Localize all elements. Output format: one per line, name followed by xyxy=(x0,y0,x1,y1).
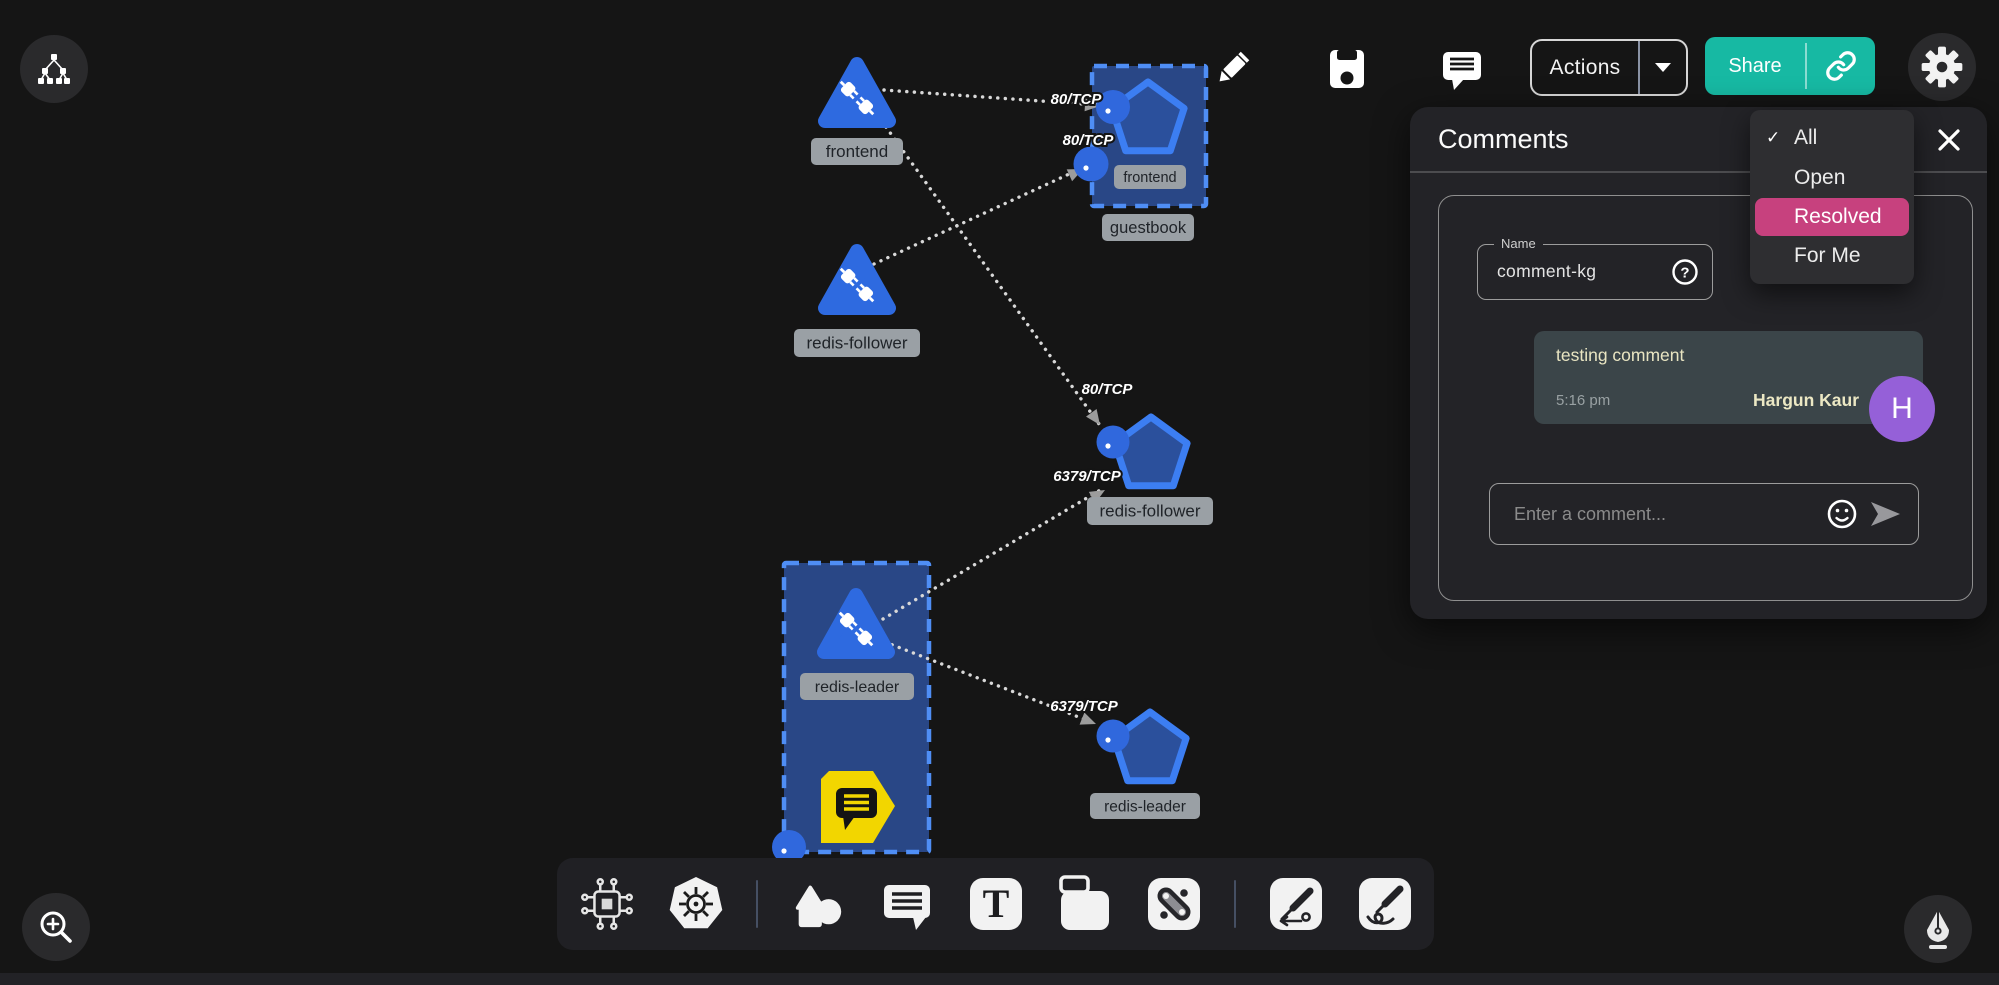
close-icon xyxy=(1936,127,1962,153)
name-field[interactable]: Name comment-kg ? xyxy=(1477,244,1713,300)
comment-input-wrap xyxy=(1489,483,1919,545)
help-icon: ? xyxy=(1671,258,1699,286)
avatar[interactable]: H xyxy=(1869,376,1935,442)
kubernetes-icon xyxy=(667,875,725,933)
comment-tool-button[interactable] xyxy=(878,873,936,935)
zoom-in-button[interactable] xyxy=(22,893,90,961)
name-field-label: Name xyxy=(1494,236,1543,251)
edge-port-label: 80/TCP xyxy=(1063,132,1115,149)
copy-link-button[interactable] xyxy=(1807,37,1875,95)
chain-link-icon xyxy=(1145,875,1203,933)
node-label: frontend xyxy=(1123,170,1176,186)
save-button[interactable] xyxy=(1320,42,1374,96)
comments-filter-menu: ✓ All Open Resolved For Me xyxy=(1750,110,1914,284)
node-label: redis-leader xyxy=(1104,799,1186,816)
hierarchy-menu-button[interactable] xyxy=(20,35,88,103)
edge-port-label: 80/TCP xyxy=(1082,381,1134,398)
comments-panel-title: Comments xyxy=(1438,124,1569,155)
gear-icon xyxy=(1919,44,1965,90)
edit-button[interactable] xyxy=(1206,41,1260,95)
comment-text: testing comment xyxy=(1556,345,1684,366)
node-label: frontend xyxy=(826,142,888,161)
svg-text:T: T xyxy=(982,881,1009,926)
filter-option-all[interactable]: ✓ All xyxy=(1750,118,1914,158)
architecture-tool-button[interactable] xyxy=(578,873,636,935)
comment-icon xyxy=(1438,45,1486,93)
filter-option-label: For Me xyxy=(1794,244,1861,268)
text-tool-icon: T xyxy=(967,875,1025,933)
name-field-value: comment-kg xyxy=(1497,261,1596,282)
kubernetes-tool-button[interactable] xyxy=(667,873,725,935)
node-label: redis-leader xyxy=(815,679,900,696)
group-label: guestbook xyxy=(1110,219,1187,237)
toolbar-divider xyxy=(1234,880,1236,928)
caret-down-icon xyxy=(1655,63,1671,72)
toolbar-divider xyxy=(756,880,758,928)
chip-icon xyxy=(579,876,635,932)
avatar-initial: H xyxy=(1891,392,1913,426)
share-label: Share xyxy=(1705,37,1805,95)
container-circle[interactable] xyxy=(1097,720,1130,753)
pencil-scribble-icon xyxy=(1356,875,1414,933)
container-circle[interactable] xyxy=(1097,426,1130,459)
pen-mode-button[interactable] xyxy=(1904,895,1972,963)
emoji-icon xyxy=(1826,498,1858,530)
save-icon xyxy=(1324,46,1370,92)
node-label: redis-follower xyxy=(1099,502,1200,521)
actions-dropdown-toggle[interactable] xyxy=(1640,41,1686,94)
comment-input[interactable] xyxy=(1490,484,1834,544)
shapes-tool-button[interactable] xyxy=(789,873,847,935)
frame-icon xyxy=(1056,875,1114,933)
share-button[interactable]: Share xyxy=(1705,37,1875,95)
edge-port-label: 6379/TCP xyxy=(1053,468,1122,485)
filter-option-label: Resolved xyxy=(1794,205,1882,229)
container-circle[interactable] xyxy=(1074,147,1109,182)
shapes-icon xyxy=(790,876,846,932)
filter-option-label: Open xyxy=(1794,166,1845,190)
emoji-button[interactable] xyxy=(1826,498,1858,530)
link-icon xyxy=(1825,50,1857,82)
filter-option-open[interactable]: Open xyxy=(1750,158,1914,198)
edge-redis-follower-svc-to-frontend-pod[interactable] xyxy=(874,169,1080,264)
connector-tool-button[interactable] xyxy=(1145,873,1203,935)
comment-author: Hargun Kaur xyxy=(1753,390,1859,411)
text-tool-button[interactable]: T xyxy=(967,873,1025,935)
comment-item[interactable]: testing comment 5:16 pm Hargun Kaur xyxy=(1534,331,1923,424)
node-label: redis-follower xyxy=(806,334,907,353)
send-comment-button[interactable] xyxy=(1868,499,1902,529)
comment-tool-icon xyxy=(878,875,936,933)
actions-label: Actions xyxy=(1532,41,1638,94)
help-button[interactable]: ? xyxy=(1670,257,1700,287)
zoom-in-icon xyxy=(35,906,77,948)
send-icon xyxy=(1868,500,1902,528)
edge-redis-leader-svc-to-redis-follower-pod[interactable] xyxy=(883,489,1102,619)
node-redis-follower-service[interactable] xyxy=(825,251,889,308)
filter-option-label: All xyxy=(1794,126,1817,150)
bottom-toolbar: T xyxy=(557,858,1434,950)
node-frontend-service[interactable] xyxy=(825,64,889,121)
edge-port-label: 80/TCP xyxy=(1051,91,1103,108)
bottom-edge-strip xyxy=(0,973,1999,985)
svg-text:?: ? xyxy=(1680,265,1689,282)
actions-button[interactable]: Actions xyxy=(1530,39,1688,96)
pen-line-icon xyxy=(1267,875,1325,933)
frame-tool-button[interactable] xyxy=(1056,873,1114,935)
node-redis-leader-pod[interactable] xyxy=(1097,712,1187,781)
edge-frontend-svc-to-redis-follower-pod[interactable] xyxy=(886,127,1099,424)
comment-timestamp: 5:16 pm xyxy=(1556,392,1610,409)
freehand-tool-button[interactable] xyxy=(1356,873,1414,935)
comments-toggle-button[interactable] xyxy=(1435,42,1489,96)
pen-nib-icon xyxy=(1916,907,1960,951)
tree-icon xyxy=(32,47,76,91)
pen-tool-button[interactable] xyxy=(1267,873,1325,935)
checkmark-icon: ✓ xyxy=(1766,128,1794,148)
close-panel-button[interactable] xyxy=(1929,120,1969,160)
edge-port-label: 6379/TCP xyxy=(1050,698,1119,715)
pencil-icon xyxy=(1211,46,1255,90)
settings-button[interactable] xyxy=(1908,33,1976,101)
filter-option-for-me[interactable]: For Me xyxy=(1750,236,1914,276)
filter-option-resolved[interactable]: Resolved xyxy=(1755,198,1909,236)
